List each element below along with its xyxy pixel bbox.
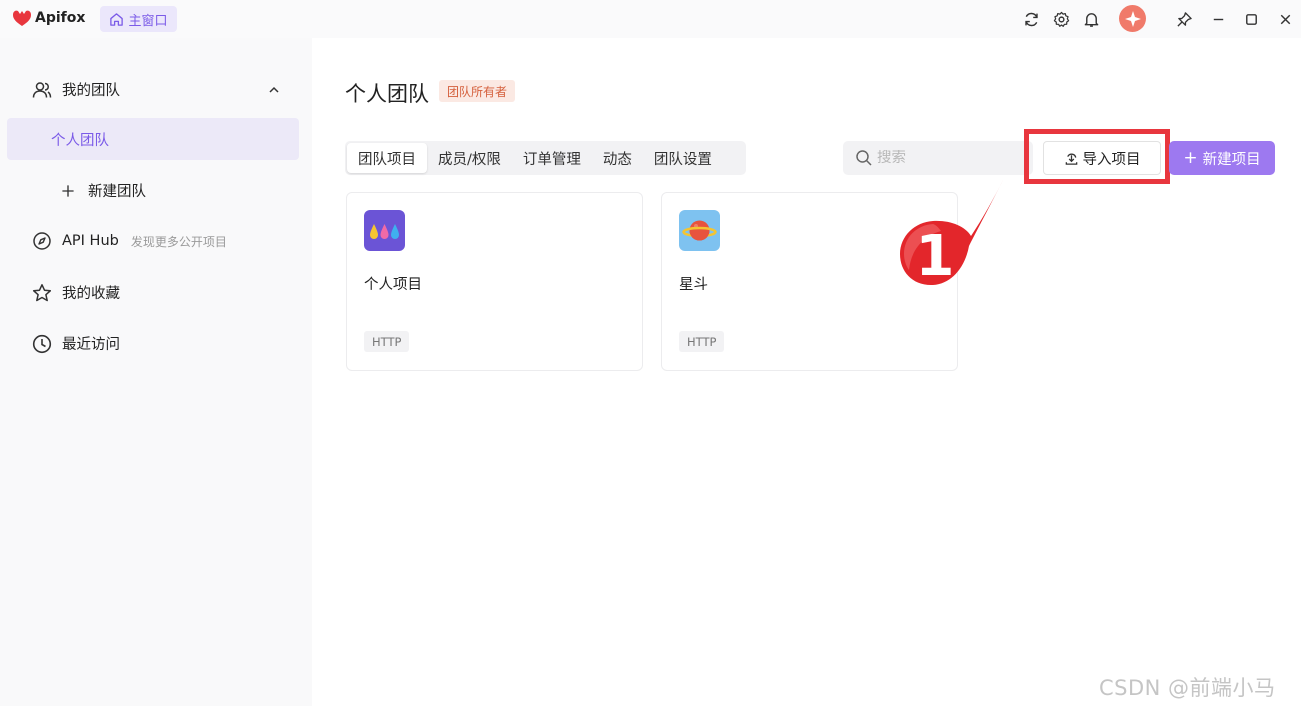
project-planet-icon xyxy=(679,210,720,251)
sidebar-item-personal-team[interactable]: 个人团队 xyxy=(7,118,299,160)
page-title: 个人团队 xyxy=(345,82,429,106)
new-project-button[interactable]: + 新建项目 xyxy=(1169,141,1275,175)
watermark: CSDN @前端小马 xyxy=(1099,676,1276,700)
search-icon xyxy=(856,150,872,166)
pin-icon[interactable] xyxy=(1174,9,1194,29)
refresh-icon[interactable] xyxy=(1021,9,1041,29)
highlight-frame xyxy=(1024,129,1170,184)
tab-team-settings[interactable]: 团队设置 xyxy=(643,143,723,173)
avatar[interactable] xyxy=(1119,5,1146,32)
api-hub-subtitle: 发现更多公开项目 xyxy=(130,234,227,249)
star-icon xyxy=(32,283,52,301)
sidebar-item-my-team[interactable]: 我的团队 xyxy=(32,79,284,100)
tab-team-projects[interactable]: 团队项目 xyxy=(347,143,427,173)
recent-label: 最近访问 xyxy=(62,337,120,353)
team-tabs: 团队项目 成员/权限 订单管理 动态 团队设置 xyxy=(345,141,746,175)
sidebar-item-api-hub[interactable]: API Hub 发现更多公开项目 xyxy=(32,231,227,251)
tab-activity[interactable]: 动态 xyxy=(592,143,643,173)
project-name: 个人项目 xyxy=(364,277,422,293)
plus-icon xyxy=(62,184,74,197)
step-1-marker: 1 xyxy=(900,180,1003,289)
tab-members[interactable]: 成员/权限 xyxy=(427,143,512,173)
favorites-label: 我的收藏 xyxy=(62,286,120,302)
step-number: 1 xyxy=(916,224,955,289)
my-team-label: 我的团队 xyxy=(62,83,120,99)
home-icon xyxy=(110,12,124,26)
sidebar-item-favorites[interactable]: 我的收藏 xyxy=(32,282,120,303)
project-drops-icon xyxy=(364,210,405,251)
team-icon xyxy=(32,81,52,98)
project-type-tag: HTTP xyxy=(364,331,410,352)
maximize-icon[interactable] xyxy=(1241,9,1261,29)
owner-badge: 团队所有者 xyxy=(439,80,516,102)
avatar-star-icon xyxy=(1124,10,1141,27)
search-box[interactable] xyxy=(843,141,1033,175)
project-name: 星斗 xyxy=(679,277,708,293)
home-window-tab[interactable]: 主窗口 xyxy=(100,6,177,32)
minimize-icon[interactable] xyxy=(1208,9,1228,29)
apifox-logo: Apifox xyxy=(12,9,85,27)
settings-icon[interactable] xyxy=(1051,9,1071,29)
new-button-label: 新建项目 xyxy=(1202,151,1261,168)
project-type-tag: HTTP xyxy=(679,331,725,352)
compass-icon xyxy=(33,232,51,250)
sidebar-item-recent[interactable]: 最近访问 xyxy=(32,333,120,354)
chevron-up-icon[interactable] xyxy=(268,84,280,96)
plus-icon: + xyxy=(1183,147,1198,168)
personal-team-label: 个人团队 xyxy=(51,132,109,149)
sidebar-item-new-team[interactable]: 新建团队 xyxy=(60,180,146,201)
api-hub-label: API Hub xyxy=(62,233,119,249)
app-name: Apifox xyxy=(35,10,86,26)
search-input[interactable] xyxy=(877,150,1017,166)
apifox-logo-icon xyxy=(13,10,31,26)
bell-icon[interactable] xyxy=(1081,9,1101,29)
clock-icon xyxy=(32,334,52,353)
close-icon[interactable] xyxy=(1275,9,1295,29)
title-bar: Apifox 主窗口 xyxy=(0,0,1301,38)
tab-orders[interactable]: 订单管理 xyxy=(512,143,592,173)
new-team-label: 新建团队 xyxy=(88,184,146,200)
home-tab-label: 主窗口 xyxy=(128,13,168,29)
project-card[interactable]: 个人项目 HTTP xyxy=(346,192,643,371)
sidebar: 我的团队 个人团队 新建团队 API Hub 发现更多公开项目 我的收藏 最近访… xyxy=(0,38,312,706)
